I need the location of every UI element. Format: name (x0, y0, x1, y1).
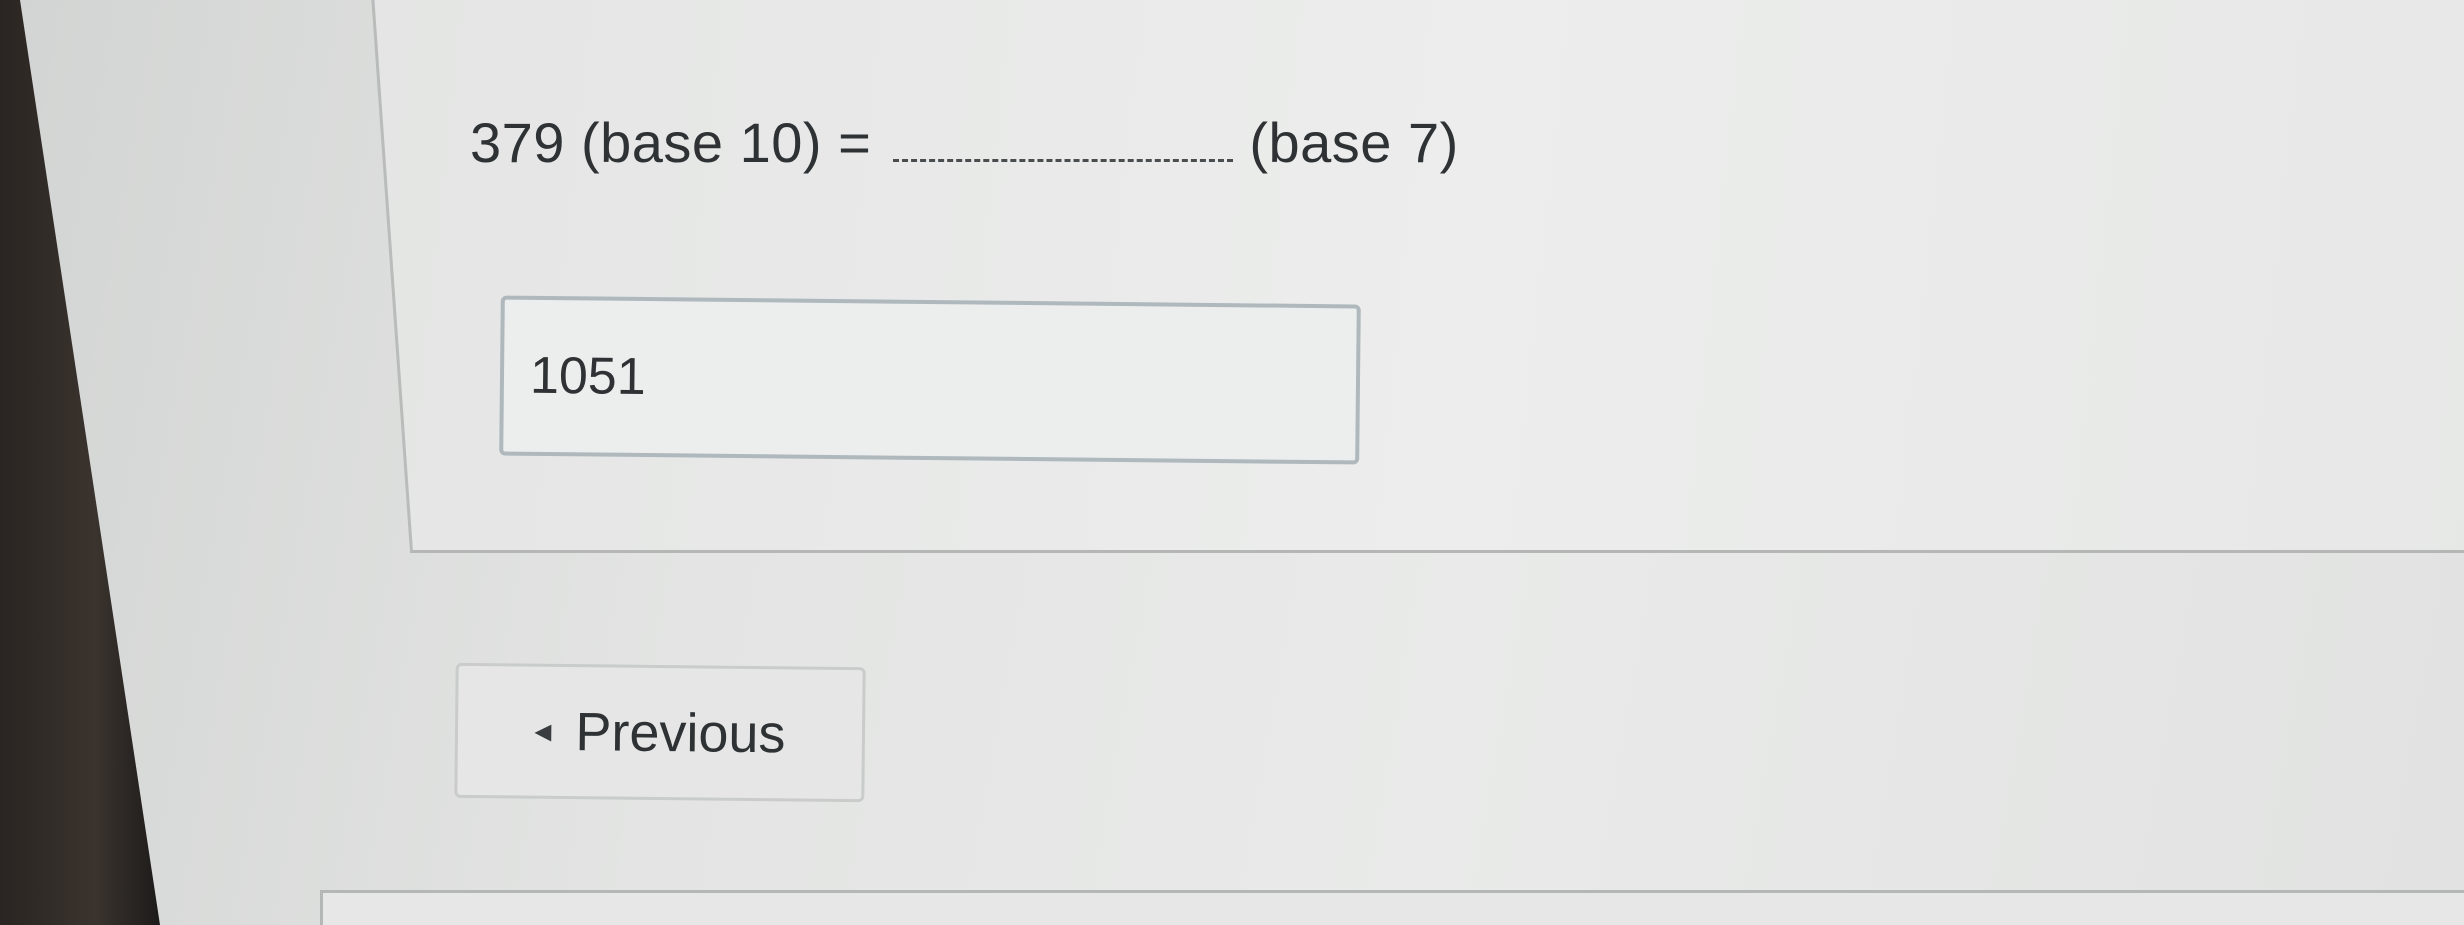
previous-button[interactable]: ◀ Previous (454, 662, 866, 803)
caret-left-icon: ◀ (534, 718, 552, 744)
question-right-text: (base 7) (1249, 111, 1459, 174)
question-card (370, 0, 2464, 553)
answer-blank (893, 159, 1234, 162)
answer-input[interactable] (499, 295, 1361, 465)
question-prompt: 379 (base 10) = (base 7) (470, 110, 1459, 175)
next-card (320, 890, 2464, 925)
question-left-text: 379 (base 10) = (470, 111, 872, 174)
previous-button-label: Previous (575, 701, 786, 764)
